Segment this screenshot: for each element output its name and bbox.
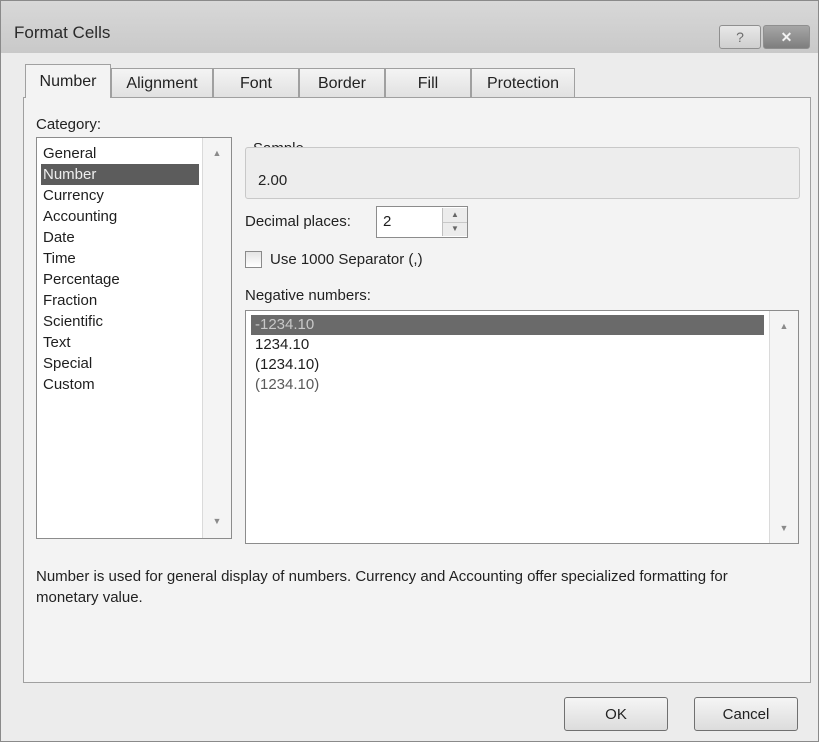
category-item-special[interactable]: Special <box>41 353 92 374</box>
sample-value: 2.00 <box>258 172 288 189</box>
negative-numbers-listbox[interactable]: -1234.10 1234.10 (1234.10) (1234.10) ▲ ▼ <box>245 310 799 544</box>
scroll-down-icon[interactable]: ▼ <box>770 523 798 533</box>
tab-number[interactable]: Number <box>25 64 111 98</box>
negative-item[interactable]: (1234.10) <box>251 355 319 375</box>
close-icon: ✕ <box>780 29 793 45</box>
negative-numbers-label: Negative numbers: <box>245 287 371 304</box>
tab-font[interactable]: Font <box>213 68 299 97</box>
negative-numbers-scrollbar[interactable]: ▲ ▼ <box>769 311 798 543</box>
title-bar[interactable]: Format Cells ? ✕ <box>1 1 818 53</box>
category-item-date[interactable]: Date <box>41 227 75 248</box>
category-item-text[interactable]: Text <box>41 332 71 353</box>
close-button[interactable]: ✕ <box>763 25 810 49</box>
category-label: Category: <box>36 116 102 133</box>
thousands-separator-checkbox[interactable] <box>245 251 262 268</box>
category-description: Number is used for general display of nu… <box>36 568 728 606</box>
scroll-down-icon[interactable]: ▼ <box>203 516 231 526</box>
ok-button[interactable]: OK <box>564 697 668 731</box>
negative-item[interactable]: 1234.10 <box>251 335 309 355</box>
category-item-scientific[interactable]: Scientific <box>41 311 103 332</box>
category-scrollbar[interactable]: ▲ ▼ <box>202 138 231 538</box>
category-item-time[interactable]: Time <box>41 248 76 269</box>
scroll-up-icon[interactable]: ▲ <box>770 321 798 331</box>
spin-up-icon[interactable]: ▲ <box>443 208 467 223</box>
sample-group: 2.00 <box>245 147 800 199</box>
decimal-places-spinner[interactable]: ▲ ▼ <box>442 208 467 236</box>
cancel-button[interactable]: Cancel <box>694 697 798 731</box>
category-item-general[interactable]: General <box>41 143 96 164</box>
tab-protection[interactable]: Protection <box>471 68 575 97</box>
negative-item[interactable]: (1234.10) <box>251 375 319 395</box>
spin-down-icon[interactable]: ▼ <box>443 222 467 236</box>
tab-border[interactable]: Border <box>299 68 385 97</box>
category-item-accounting[interactable]: Accounting <box>41 206 117 227</box>
decimal-places-label: Decimal places: <box>245 213 351 230</box>
tab-fill[interactable]: Fill <box>385 68 471 97</box>
category-item-percentage[interactable]: Percentage <box>41 269 120 290</box>
category-listbox[interactable]: General Number Currency Accounting Date … <box>36 137 232 539</box>
thousands-separator-label[interactable]: Use 1000 Separator (,) <box>270 251 423 268</box>
category-item-currency[interactable]: Currency <box>41 185 104 206</box>
category-item-fraction[interactable]: Fraction <box>41 290 97 311</box>
category-item-custom[interactable]: Custom <box>41 374 95 395</box>
negative-item[interactable]: -1234.10 <box>251 315 764 335</box>
category-item-number[interactable]: Number <box>41 164 199 185</box>
help-icon: ? <box>736 29 744 45</box>
tab-alignment[interactable]: Alignment <box>111 68 213 97</box>
scroll-up-icon[interactable]: ▲ <box>203 148 231 158</box>
help-button[interactable]: ? <box>719 25 761 49</box>
dialog-title: Format Cells <box>14 23 111 42</box>
